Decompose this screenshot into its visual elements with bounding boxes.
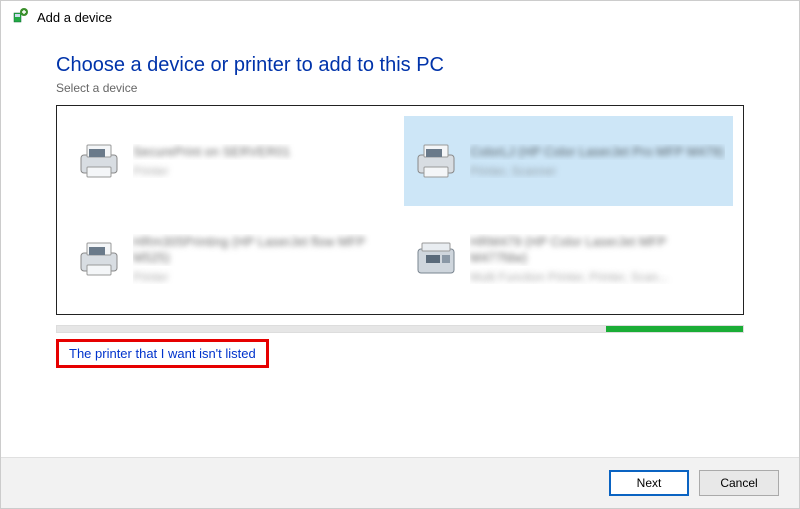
device-item-2[interactable]: HRm305Printing (HP LaserJet flow MFP M52… — [67, 214, 396, 304]
add-device-icon — [11, 7, 29, 28]
add-device-window: Add a device Choose a device or printer … — [0, 0, 800, 509]
titlebar: Add a device — [1, 1, 799, 34]
device-name: SecurePrint on SERVER01 — [133, 144, 388, 160]
device-list: SecurePrint on SERVER01 Printer ColorLJ … — [56, 105, 744, 315]
cancel-button[interactable]: Cancel — [699, 470, 779, 496]
footer-buttons: Next Cancel — [1, 457, 799, 508]
progress-fill — [606, 326, 743, 332]
not-listed-highlight: The printer that I want isn't listed — [56, 339, 269, 368]
device-type: Printer — [133, 270, 388, 284]
search-progress — [56, 325, 744, 333]
device-name: ColorLJ (HP Color LaserJet Pro MFP M479) — [470, 144, 725, 160]
device-type: Printer, Scanner — [470, 164, 725, 178]
content-area: Choose a device or printer to add to thi… — [1, 34, 799, 457]
device-name: HRM479 (HP Color LaserJet MFP M477fdw) — [470, 234, 725, 265]
device-name: HRm305Printing (HP LaserJet flow MFP M52… — [133, 234, 388, 265]
next-button[interactable]: Next — [609, 470, 689, 496]
printer-icon — [75, 235, 123, 283]
page-subheading: Select a device — [56, 81, 744, 95]
device-item-1[interactable]: ColorLJ (HP Color LaserJet Pro MFP M479)… — [404, 116, 733, 206]
device-item-3[interactable]: HRM479 (HP Color LaserJet MFP M477fdw) M… — [404, 214, 733, 304]
printer-icon — [412, 137, 460, 185]
page-heading: Choose a device or printer to add to thi… — [56, 54, 744, 77]
device-type: Printer — [133, 164, 388, 178]
printer-icon — [75, 137, 123, 185]
device-type: Multi Function Printer, Printer, Scan... — [470, 270, 725, 284]
printer-not-listed-link[interactable]: The printer that I want isn't listed — [69, 346, 256, 361]
device-item-0[interactable]: SecurePrint on SERVER01 Printer — [67, 116, 396, 206]
link-row: The printer that I want isn't listed — [56, 339, 744, 368]
mfp-icon — [412, 235, 460, 283]
window-title: Add a device — [37, 10, 112, 25]
